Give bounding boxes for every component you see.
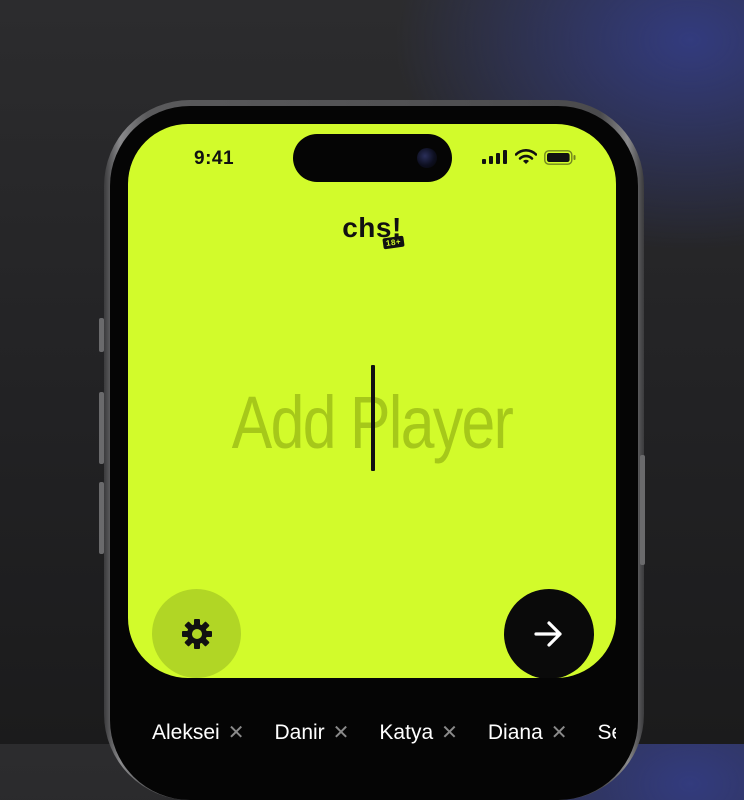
close-icon[interactable]: ✕ [441,720,458,745]
player-chip[interactable]: Se [598,720,616,745]
player-chips: Aleksei ✕ Danir ✕ Katya ✕ Diana ✕ Se [152,720,616,745]
player-chip[interactable]: Diana ✕ [488,720,568,745]
power-button [640,455,645,565]
arrow-right-icon [534,621,562,647]
status-icons [482,149,576,165]
player-chip[interactable]: Katya ✕ [379,720,457,745]
close-icon[interactable]: ✕ [551,720,568,745]
settings-button[interactable] [152,589,241,678]
battery-icon [544,149,576,165]
close-icon[interactable]: ✕ [228,720,245,745]
player-name: Aleksei [152,720,220,744]
gear-icon [181,618,212,649]
silent-switch [99,318,104,352]
next-button[interactable] [504,589,594,678]
player-chip[interactable]: Aleksei ✕ [152,720,244,745]
wifi-icon [515,149,537,164]
volume-up-button [99,392,104,464]
age-rating-badge: 18+ [382,235,405,250]
text-cursor [371,365,375,471]
camera-icon [417,148,437,168]
player-chip[interactable]: Danir ✕ [274,720,349,745]
player-name: Katya [379,720,434,744]
player-name: Se [597,720,616,744]
dynamic-island [293,134,452,182]
cellular-signal-icon [482,150,507,164]
volume-down-button [99,482,104,554]
player-name: Danir [274,720,325,744]
player-name: Diana [487,720,543,744]
close-icon[interactable]: ✕ [333,720,350,745]
app-logo: chs! 18+ [128,212,616,250]
status-time: 9:41 [194,148,235,169]
app-screen: 9:41 chs! 18+ Add Player [128,124,616,678]
